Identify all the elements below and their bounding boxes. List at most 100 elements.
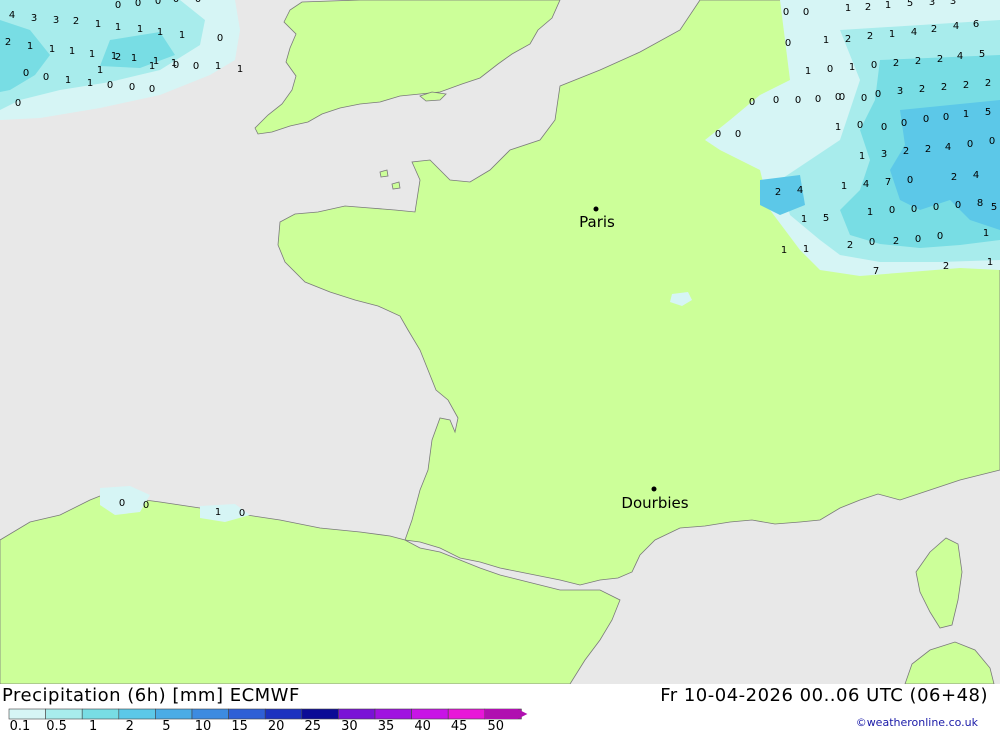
precip-value-label: 0 (783, 7, 789, 18)
precip-value-label: 1 (983, 228, 989, 239)
legend-tick-label: 10 (194, 719, 212, 734)
precip-value-label: 1 (781, 245, 787, 256)
precip-value-label: 0 (23, 68, 29, 79)
precip-value-label: 0 (967, 139, 973, 150)
precip-value-label: 0 (749, 97, 755, 108)
precip-value-label: 4 (911, 27, 917, 38)
precip-value-label: 0 (907, 175, 913, 186)
legend-tick-label: 0.1 (9, 719, 31, 734)
precip-value-label: 4 (973, 170, 979, 181)
precip-value-label: 1 (835, 122, 841, 133)
precip-value-label: 0 (923, 114, 929, 125)
precip-value-label: 8 (977, 198, 983, 209)
precip-value-label: 0 (193, 61, 199, 72)
precip-value-label: 5 (907, 0, 913, 9)
precip-value-label: 0 (989, 136, 995, 147)
precip-value-label: 1 (801, 214, 807, 225)
precip-value-label: 3 (897, 86, 903, 97)
precip-value-label: 0 (815, 94, 821, 105)
credit-link[interactable]: ©weatheronline.co.uk (856, 716, 978, 729)
precip-value-label: 1 (805, 66, 811, 77)
precip-value-label: 1 (237, 64, 243, 75)
precip-value-label: 1 (65, 75, 71, 86)
precip-value-label: 0 (155, 0, 161, 7)
precip-value-label: 4 (9, 10, 15, 21)
legend-swatch (45, 708, 83, 720)
precip-value-label: 0 (955, 200, 961, 211)
precip-value-label: 2 (845, 34, 851, 45)
precip-value-label: 0 (871, 60, 877, 71)
precip-value-label: 0 (875, 89, 881, 100)
legend-swatch (264, 708, 303, 720)
precip-value-label: 0 (173, 0, 179, 5)
precip-value-label: 1 (823, 35, 829, 46)
precip-value-label: 1 (215, 61, 221, 72)
legend-tick-label: 35 (377, 719, 395, 734)
precip-value-label: 1 (27, 41, 33, 52)
precip-value-label: 2 (73, 16, 79, 27)
precip-value-label: 2 (893, 236, 899, 247)
precip-value-label: 0 (889, 205, 895, 216)
precip-value-label: 0 (129, 82, 135, 93)
precip-value-label: 3 (950, 0, 956, 7)
legend-swatch (8, 708, 46, 720)
precip-value-label: 1 (87, 78, 93, 89)
precip-value-label: 6 (973, 19, 979, 30)
precip-value-label: 3 (881, 149, 887, 160)
precip-value-label: 0 (915, 234, 921, 245)
precip-value-label: 1 (885, 0, 891, 11)
precip-value-label: 3 (929, 0, 935, 8)
legend-tick-label: 20 (267, 719, 285, 734)
legend-tick-label: 15 (231, 719, 248, 734)
city-marker (651, 486, 657, 492)
legend-tick-label: 5 (162, 719, 171, 734)
precip-value-label: 0 (773, 95, 779, 106)
forecast-timestamp: Fr 10-04-2026 00..06 UTC (06+48) (660, 685, 988, 706)
legend-tick-label: 1 (89, 719, 98, 734)
legend-swatch (338, 708, 376, 720)
precip-value-label: 0 (143, 500, 149, 511)
legend-swatch (374, 708, 412, 720)
precip-value-label: 1 (179, 30, 185, 41)
precip-value-label: 5 (991, 202, 997, 213)
precip-value-label: 0 (715, 129, 721, 140)
precip-value-label: 2 (847, 240, 853, 251)
precip-value-label: 3 (31, 13, 37, 24)
precip-value-label: 1 (849, 62, 855, 73)
precip-value-label: 0 (827, 64, 833, 75)
precip-value-label: 0 (861, 93, 867, 104)
precip-value-label: 1 (157, 27, 163, 38)
precip-value-label: 5 (823, 213, 829, 224)
map-canvas: 4 3 3 2 1 1 1 1 1 02 1 1 1 1 1 1 1 0 0 1 121 1 10 0 1 1 0 0 000 00 0 0 0… (0, 0, 1000, 684)
precip-value-label: 4 (945, 142, 951, 153)
precip-value-label: 2 (915, 56, 921, 67)
precip-value-label: 0 (135, 0, 141, 9)
precip-value-label: 0 (195, 0, 201, 5)
city-label: Paris (579, 213, 615, 231)
precip-value-label: 2 (867, 31, 873, 42)
legend-swatch (191, 708, 229, 720)
precip-value-label: 0 (933, 202, 939, 213)
precip-value-label: 2 (893, 58, 899, 69)
legend-swatch (118, 708, 156, 720)
precip-value-label: 2 (963, 80, 969, 91)
precip-value-label: 2 (943, 261, 949, 272)
legend-swatch (81, 708, 120, 720)
precip-value-label: 0 (937, 231, 943, 242)
precip-value-label: 2 (775, 187, 781, 198)
precip-value-label: 4 (953, 21, 959, 32)
precip-value-label: 1 (115, 22, 121, 33)
precip-value-label: 1 (987, 257, 993, 268)
precip-value-label: 0 (43, 72, 49, 83)
precip-value-label: 0 (119, 498, 125, 509)
precip-value-label: 0 (15, 98, 21, 109)
precip-value-label: 1 (867, 207, 873, 218)
precip-value-label: 1 (859, 151, 865, 162)
legend-tick-label: 45 (450, 719, 468, 734)
precip-value-label: 0 (911, 204, 917, 215)
precip-value-label: 1 (97, 65, 103, 76)
precip-value-label: 7 (873, 266, 879, 277)
city-label: Dourbies (621, 494, 688, 512)
precip-value-label: 2 (951, 172, 957, 183)
legend-swatch (155, 708, 193, 720)
